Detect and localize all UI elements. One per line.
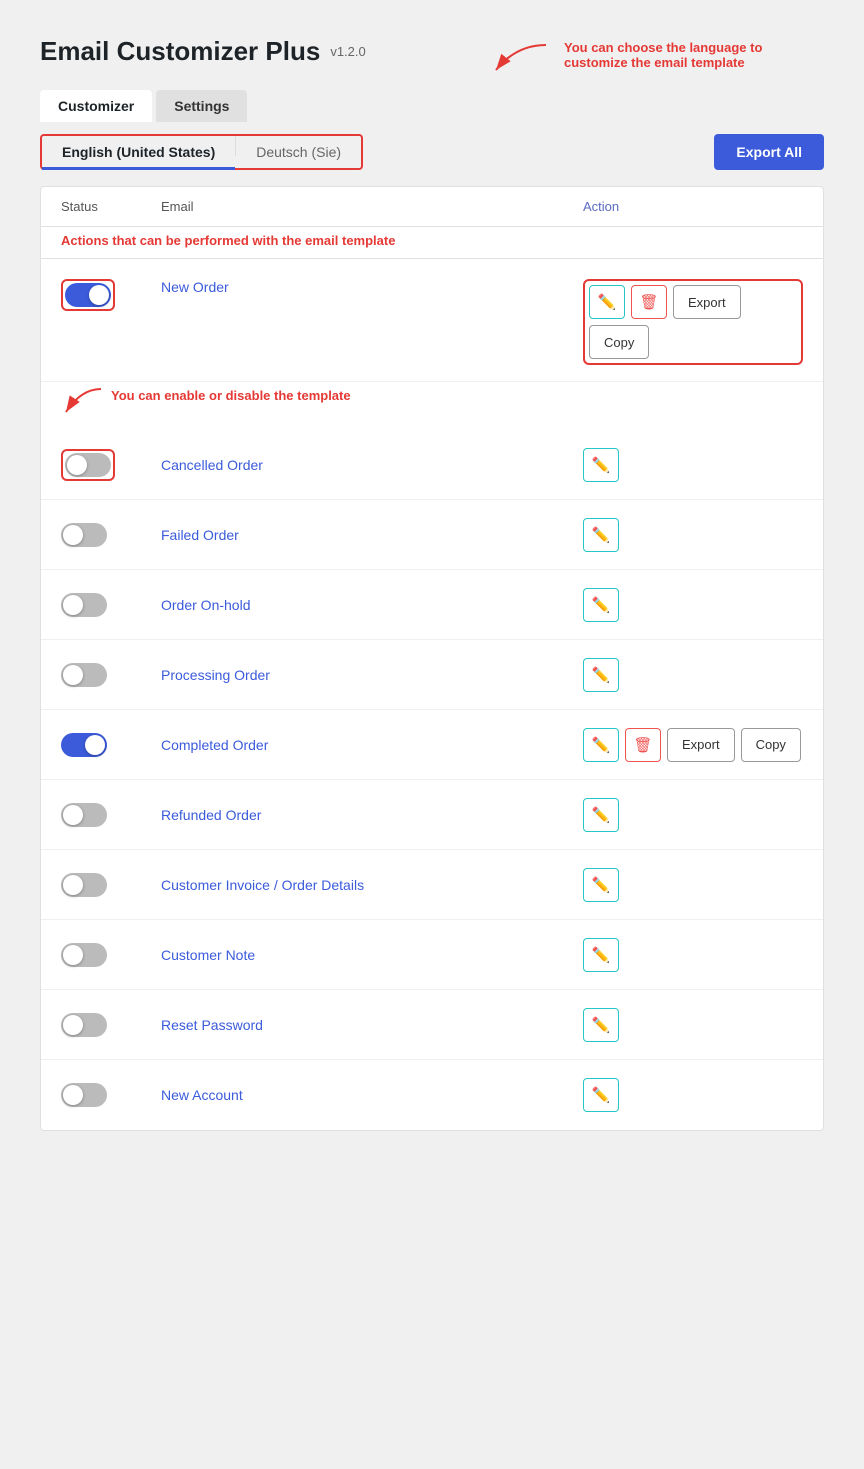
customer-invoice-edit-button[interactable]: ✏️ — [583, 868, 619, 902]
refunded-order-edit-button[interactable]: ✏️ — [583, 798, 619, 832]
page-title: Email Customizer Plus — [40, 36, 320, 67]
new-order-label: New Order — [161, 279, 583, 295]
refunded-order-label: Refunded Order — [161, 807, 583, 823]
customer-note-edit-button[interactable]: ✏️ — [583, 938, 619, 972]
template-row: Order On-hold ✏️ — [41, 570, 823, 640]
completed-order-edit-button[interactable]: ✏️ — [583, 728, 619, 762]
new-order-export-button[interactable]: Export — [673, 285, 741, 319]
new-account-edit-button[interactable]: ✏️ — [583, 1078, 619, 1112]
template-row: Cancelled Order ✏️ — [41, 430, 823, 500]
template-row: Completed Order ✏️ 🗑 Export Copy — [41, 710, 823, 780]
template-row: New Order ✏️ 🗑 Export Copy — [41, 259, 823, 382]
language-tabs-container: English (United States) Deutsch (Sie) — [40, 134, 363, 170]
header-action: Action — [583, 199, 803, 214]
order-onhold-label: Order On-hold — [161, 597, 583, 613]
processing-order-actions: ✏️ — [583, 658, 803, 692]
new-order-edit-button[interactable]: ✏️ — [589, 285, 625, 319]
customer-note-label: Customer Note — [161, 947, 583, 963]
new-account-actions: ✏️ — [583, 1078, 803, 1112]
cancelled-order-toggle[interactable] — [65, 453, 111, 477]
reset-password-toggle[interactable] — [61, 1013, 107, 1037]
nav-tabs: Customizer Settings — [40, 90, 824, 122]
cancelled-order-toggle-wrapper — [61, 449, 161, 481]
completed-order-toggle[interactable] — [61, 733, 107, 757]
refunded-order-toggle[interactable] — [61, 803, 107, 827]
tab-settings[interactable]: Settings — [156, 90, 247, 122]
lang-annotation-text: You can choose the language to customize… — [564, 40, 824, 70]
completed-order-copy-button[interactable]: Copy — [741, 728, 801, 762]
template-row: Processing Order ✏️ — [41, 640, 823, 710]
new-account-label: New Account — [161, 1087, 583, 1103]
header-email: Email — [161, 199, 583, 214]
tab-customizer[interactable]: Customizer — [40, 90, 152, 122]
table-header: Status Email Action — [41, 187, 823, 227]
new-order-toggle-wrapper — [61, 279, 161, 311]
template-row: New Account ✏️ — [41, 1060, 823, 1130]
refunded-order-actions: ✏️ — [583, 798, 803, 832]
cancelled-order-actions: ✏️ — [583, 448, 803, 482]
customer-invoice-label: Customer Invoice / Order Details — [161, 877, 583, 893]
new-order-copy-button[interactable]: Copy — [589, 325, 649, 359]
new-order-toggle[interactable] — [65, 283, 111, 307]
order-onhold-toggle-wrapper — [61, 593, 161, 617]
failed-order-toggle[interactable] — [61, 523, 107, 547]
completed-order-delete-button[interactable]: 🗑 — [625, 728, 661, 762]
order-onhold-edit-button[interactable]: ✏️ — [583, 588, 619, 622]
reset-password-label: Reset Password — [161, 1017, 583, 1033]
refunded-order-toggle-wrapper — [61, 803, 161, 827]
completed-order-export-button[interactable]: Export — [667, 728, 735, 762]
cancelled-order-label: Cancelled Order — [161, 457, 583, 473]
failed-order-actions: ✏️ — [583, 518, 803, 552]
order-onhold-actions: ✏️ — [583, 588, 803, 622]
toggle-annotation-text: You can enable or disable the template — [111, 388, 351, 403]
failed-order-label: Failed Order — [161, 527, 583, 543]
reset-password-edit-button[interactable]: ✏️ — [583, 1008, 619, 1042]
failed-order-toggle-wrapper — [61, 523, 161, 547]
new-order-delete-button[interactable]: 🗑 — [631, 285, 667, 319]
lang-tab-english[interactable]: English (United States) — [42, 136, 235, 168]
customer-invoice-actions: ✏️ — [583, 868, 803, 902]
processing-order-label: Processing Order — [161, 667, 583, 683]
new-order-actions: ✏️ 🗑 Export Copy — [583, 279, 803, 365]
lang-tab-deutsch[interactable]: Deutsch (Sie) — [236, 136, 361, 168]
reset-password-actions: ✏️ — [583, 1008, 803, 1042]
toggle-arrow — [51, 384, 111, 420]
reset-password-toggle-wrapper — [61, 1013, 161, 1037]
customer-invoice-toggle-wrapper — [61, 873, 161, 897]
new-account-toggle-wrapper — [61, 1083, 161, 1107]
customer-note-actions: ✏️ — [583, 938, 803, 972]
customer-invoice-toggle[interactable] — [61, 873, 107, 897]
order-onhold-toggle[interactable] — [61, 593, 107, 617]
new-account-toggle[interactable] — [61, 1083, 107, 1107]
template-row: Failed Order ✏️ — [41, 500, 823, 570]
export-all-button[interactable]: Export All — [714, 134, 824, 170]
completed-order-label: Completed Order — [161, 737, 583, 753]
processing-order-toggle[interactable] — [61, 663, 107, 687]
header-status: Status — [61, 199, 161, 214]
processing-order-toggle-wrapper — [61, 663, 161, 687]
completed-order-actions: ✏️ 🗑 Export Copy — [583, 728, 803, 762]
completed-order-toggle-wrapper — [61, 733, 161, 757]
cancelled-order-edit-button[interactable]: ✏️ — [583, 448, 619, 482]
processing-order-edit-button[interactable]: ✏️ — [583, 658, 619, 692]
actions-annotation: Actions that can be performed with the e… — [41, 227, 823, 259]
version-badge: v1.2.0 — [330, 44, 365, 59]
templates-table: Status Email Action Actions that can be … — [40, 186, 824, 1131]
template-row: Reset Password ✏️ — [41, 990, 823, 1060]
template-row: Refunded Order ✏️ — [41, 780, 823, 850]
customer-note-toggle[interactable] — [61, 943, 107, 967]
customer-note-toggle-wrapper — [61, 943, 161, 967]
annotation-arrow-lang — [476, 40, 556, 80]
template-row: Customer Invoice / Order Details ✏️ — [41, 850, 823, 920]
template-row: Customer Note ✏️ — [41, 920, 823, 990]
failed-order-edit-button[interactable]: ✏️ — [583, 518, 619, 552]
